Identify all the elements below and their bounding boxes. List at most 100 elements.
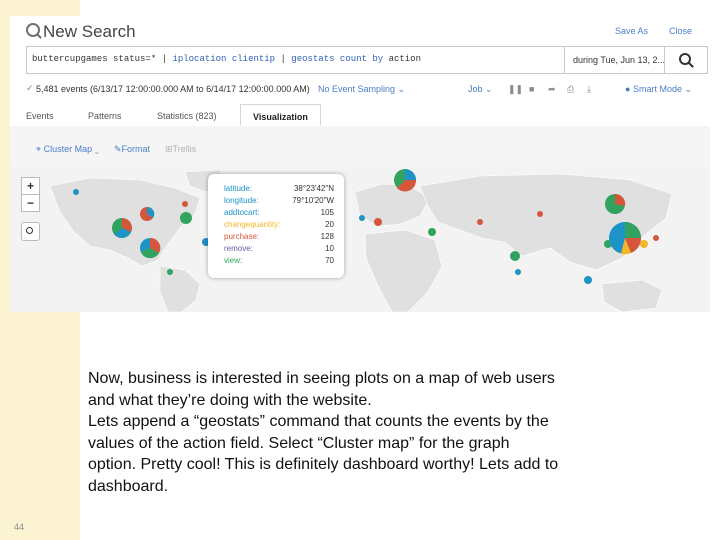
search-icon — [679, 53, 691, 65]
save-as-button[interactable]: Save As — [615, 26, 648, 36]
cluster-map[interactable]: + − latitude: 38°23'42"N longitude: 79°1… — [10, 166, 710, 312]
chevron-down-icon: ⌄ — [485, 84, 493, 94]
event-sampling-dropdown[interactable]: No Event Sampling ⌄ — [318, 84, 405, 95]
query-count: count — [339, 54, 367, 64]
run-search-button[interactable] — [664, 47, 708, 73]
share-icon[interactable]: ➦ — [548, 84, 556, 95]
cluster-pie — [374, 218, 382, 226]
slide-description: Now, business is interested in seeing pl… — [88, 368, 688, 497]
tooltip-key: latitude: — [224, 184, 253, 193]
search-mode-label: Smart Mode — [632, 84, 682, 94]
search-mode-dropdown[interactable]: ● Smart Mode ⌄ — [625, 84, 692, 95]
tooltip-key: longitude: — [224, 196, 259, 205]
tooltip-value: 70 — [325, 256, 334, 265]
export-icon[interactable]: ⤓ — [587, 84, 591, 95]
tooltip-row-latitude: latitude: 38°23'42"N — [224, 184, 334, 195]
tooltip-row-changequantity: changequantity: 20 — [224, 220, 334, 231]
cluster-pie — [477, 219, 483, 225]
locate-icon[interactable] — [21, 222, 40, 241]
cluster-pie — [537, 211, 543, 217]
tooltip-key: view: — [224, 256, 243, 265]
tooltip-row-view: view: 70 — [224, 256, 334, 267]
tooltip-value: 38°23'42"N — [293, 184, 334, 193]
cluster-pie — [180, 212, 192, 224]
time-range-picker[interactable]: during Tue, Jun 13, 2... — [564, 47, 664, 73]
map-land-australia — [601, 279, 663, 312]
tooltip-row-purchase: purchase: 128 — [224, 232, 334, 243]
tab-events[interactable]: Events — [26, 111, 54, 121]
stop-icon[interactable]: ■ — [529, 84, 534, 94]
search-header: New Search Save As Close — [10, 16, 710, 46]
tab-patterns[interactable]: Patterns — [88, 111, 122, 121]
trellis-button[interactable]: ⊞Trellis — [165, 144, 196, 155]
world-map-svg[interactable] — [10, 166, 710, 312]
job-label: Job — [468, 84, 483, 94]
map-land-europe — [354, 183, 431, 227]
tooltip-key: changequantity: — [224, 220, 281, 229]
bulb-icon: ● — [625, 84, 631, 94]
cluster-pie — [167, 269, 173, 275]
description-line: Now, business is interested in seeing pl… — [88, 370, 555, 387]
cluster-pie — [182, 201, 188, 207]
checkmark-icon: ✓ — [26, 83, 34, 93]
cluster-map-picker[interactable]: ⌖ Cluster Map ⌄ — [36, 144, 99, 155]
tooltip-value: 105 — [320, 208, 334, 217]
trellis-icon: ⊞ — [165, 144, 173, 154]
search-icon — [26, 23, 40, 37]
query-field: action — [388, 54, 421, 64]
search-query-input[interactable]: buttercupgames status=* | iplocation cli… — [32, 54, 421, 64]
query-iplocation: iplocation clientip — [172, 54, 276, 64]
print-icon[interactable]: ⎙ — [567, 84, 574, 95]
map-land-south-america — [159, 265, 201, 312]
chevron-down-icon: ⌄ — [684, 84, 693, 94]
visualization-toolbar: ⌖ Cluster Map ⌄ ✎Format ⊞Trellis — [10, 126, 710, 166]
close-button[interactable]: Close — [669, 26, 692, 36]
map-pin-icon: ⌖ — [36, 144, 42, 154]
tooltip-value: 20 — [325, 220, 334, 229]
tooltip-value: 10 — [325, 244, 334, 253]
event-count: 5,481 events (6/13/17 12:00:00.000 AM to… — [36, 84, 310, 94]
cluster-pie — [510, 251, 520, 261]
pause-icon[interactable]: ❚❚ — [508, 84, 523, 95]
chevron-down-icon: ⌄ — [94, 144, 99, 154]
result-tabs: Events Patterns Statistics (823) Visuali… — [10, 104, 710, 127]
tooltip-row-longitude: longitude: 79°10'20"W — [224, 196, 334, 207]
map-land-africa — [364, 229, 443, 312]
event-sampling-label: No Event Sampling — [318, 84, 396, 94]
cluster-pie — [515, 269, 521, 275]
tab-visualization[interactable]: Visualization — [240, 104, 321, 126]
query-pipe: | — [161, 54, 168, 64]
cluster-pie — [653, 235, 659, 241]
description-line: option. Pretty cool! This is definitely … — [88, 456, 559, 473]
cluster-pie — [640, 240, 648, 248]
splunk-screenshot: New Search Save As Close buttercupgames … — [10, 16, 710, 312]
tooltip-row-addtocart: addtocart: 105 — [224, 208, 334, 219]
cluster-pie — [73, 189, 79, 195]
query-base-search: buttercupgames status=* — [32, 54, 157, 64]
description-line: and what they’re doing with the website. — [88, 391, 372, 409]
map-land-asia — [419, 173, 673, 271]
tooltip-key: purchase: — [224, 232, 260, 241]
query-by: by — [372, 54, 384, 64]
tooltip-row-remove: remove: 10 — [224, 244, 334, 255]
cluster-pie-slice — [405, 169, 416, 180]
tooltip-value: 79°10'20"W — [292, 196, 334, 205]
chevron-down-icon: ⌄ — [397, 84, 406, 94]
pencil-icon: ✎ — [114, 144, 122, 154]
cluster-pie — [584, 276, 592, 284]
tab-statistics[interactable]: Statistics (823) — [157, 111, 217, 121]
zoom-in-button[interactable]: + — [21, 177, 40, 195]
zoom-out-button[interactable]: − — [21, 194, 40, 212]
format-menu[interactable]: ✎Format — [114, 144, 150, 155]
description-line: Lets append a “geostats” command that co… — [88, 413, 549, 430]
cluster-pie — [359, 215, 365, 221]
cluster-pie — [428, 228, 436, 236]
slide-number: 44 — [14, 522, 25, 532]
search-bar[interactable]: buttercupgames status=* | iplocation cli… — [26, 46, 708, 74]
job-menu[interactable]: Job ⌄ — [468, 84, 493, 95]
query-pipe: | — [280, 54, 286, 64]
trellis-label: Trellis — [172, 144, 197, 154]
tooltip-value: 128 — [320, 232, 334, 241]
format-label: Format — [121, 144, 151, 154]
page-title: New Search — [43, 22, 136, 41]
